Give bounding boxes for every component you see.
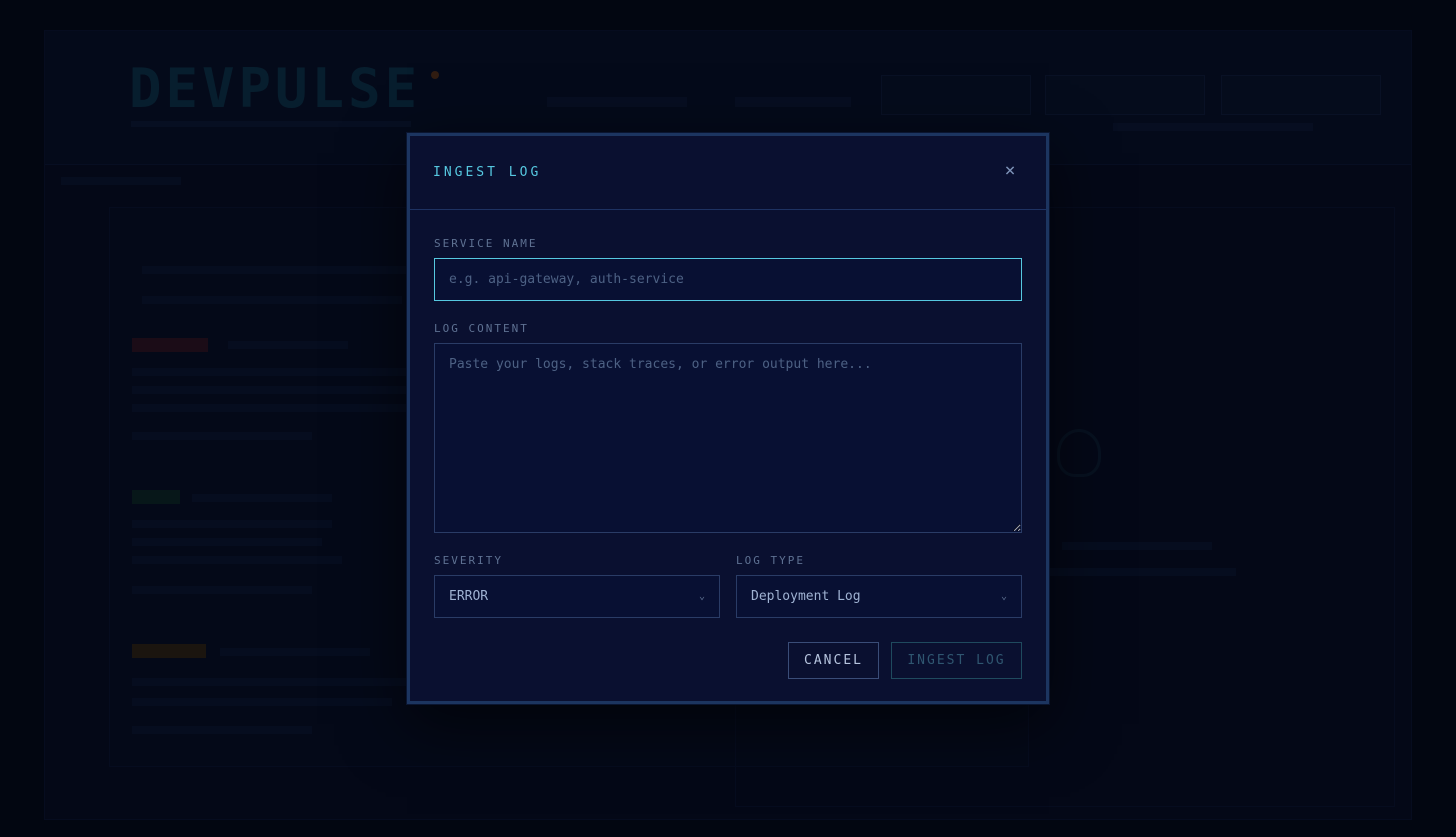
ingest-log-button[interactable]: INGEST LOG: [891, 642, 1022, 679]
log-content-textarea[interactable]: [434, 343, 1022, 533]
modal-header: INGEST LOG ×: [410, 136, 1046, 210]
chevron-down-icon: ⌄: [1000, 591, 1007, 602]
modal-title: INGEST LOG: [433, 165, 542, 180]
log-type-label: LOG TYPE: [736, 554, 805, 567]
service-name-label: SERVICE NAME: [434, 237, 538, 250]
severity-select[interactable]: ERROR ⌄: [434, 575, 720, 618]
close-icon[interactable]: ×: [1000, 161, 1020, 181]
log-type-select[interactable]: Deployment Log ⌄: [736, 575, 1022, 618]
service-name-input[interactable]: [434, 258, 1022, 301]
chevron-down-icon: ⌄: [698, 591, 705, 602]
log-type-value: Deployment Log: [751, 589, 861, 604]
ingest-log-modal: INGEST LOG × SERVICE NAME LOG CONTENT SE…: [407, 133, 1049, 704]
severity-label: SEVERITY: [434, 554, 503, 567]
severity-value: ERROR: [449, 589, 489, 604]
log-content-label: LOG CONTENT: [434, 322, 529, 335]
cancel-button[interactable]: CANCEL: [788, 642, 879, 679]
